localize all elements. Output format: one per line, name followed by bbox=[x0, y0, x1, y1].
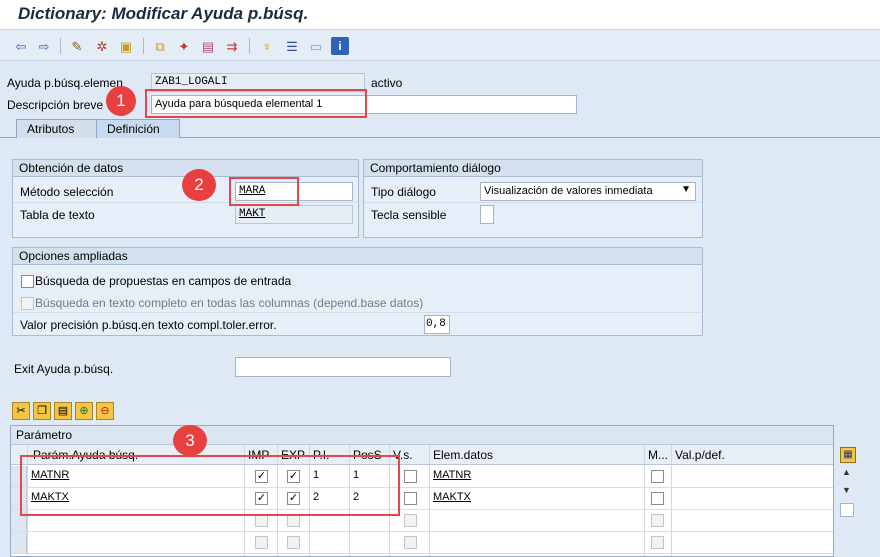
vs-checkbox[interactable] bbox=[404, 492, 417, 505]
exit-field[interactable] bbox=[235, 357, 451, 377]
toolbar-separator bbox=[60, 38, 61, 54]
table-group-title: Parámetro bbox=[11, 426, 833, 445]
annotation-marker-3: 3 bbox=[173, 425, 207, 456]
group-title: Opciones ampliadas bbox=[13, 248, 702, 265]
selection-method-label: Método selección bbox=[20, 185, 114, 199]
graphic-icon[interactable]: ⇉ bbox=[223, 37, 241, 55]
fulltext-search-checkbox bbox=[21, 297, 34, 310]
form-row: Tipo diálogo Visualización de valores in… bbox=[364, 180, 702, 202]
cell-elem[interactable]: MAKTX bbox=[433, 491, 471, 503]
col-header-elem[interactable]: Elem.datos bbox=[433, 448, 493, 462]
table-row[interactable] bbox=[11, 532, 833, 554]
title-bar: Dictionary: Modificar Ayuda p.búsq. bbox=[0, 0, 880, 30]
search-help-label: Ayuda p.búsq.elemen bbox=[7, 76, 123, 90]
hot-key-label: Tecla sensible bbox=[371, 208, 447, 222]
insert-row-icon[interactable]: ⊕ bbox=[75, 402, 93, 420]
tab-atributos[interactable]: Atributos bbox=[16, 119, 98, 138]
highlight-box-1 bbox=[145, 89, 367, 118]
exit-label: Exit Ayuda p.búsq. bbox=[14, 362, 114, 376]
activate-icon[interactable]: ▤ bbox=[199, 37, 217, 55]
scroll-up-icon[interactable]: ▲ bbox=[842, 467, 851, 477]
text-table-value: MAKT bbox=[239, 208, 266, 220]
copy-icon[interactable]: ❐ bbox=[33, 402, 51, 420]
scroll-down-icon[interactable]: ▼ bbox=[842, 485, 851, 495]
scroll-position-box[interactable] bbox=[840, 503, 854, 517]
table-toolbar: ✂ ❐ ▤ ⊕ ⊖ bbox=[12, 402, 117, 420]
dialog-type-dropdown[interactable]: Visualización de valores inmediata ▼ bbox=[480, 182, 696, 201]
fulltext-search-label: Búsqueda en texto completo en todas las … bbox=[35, 296, 424, 310]
m-checkbox[interactable] bbox=[651, 470, 664, 483]
append-icon[interactable]: ☰ bbox=[283, 37, 301, 55]
active-inactive-icon[interactable]: ✲ bbox=[93, 37, 111, 55]
group-title: Comportamiento diálogo bbox=[364, 160, 702, 177]
col-header-m[interactable]: M... bbox=[648, 448, 668, 462]
short-desc-label: Descripción breve bbox=[7, 98, 104, 112]
application-toolbar: ⇦ ⇨ ✎ ✲ ▣ ⧉ ✦ ▤ ⇉ ♆ ☰ ▭ i bbox=[0, 31, 880, 61]
form-row: Tecla sensible bbox=[364, 202, 702, 224]
highlight-box-2 bbox=[229, 177, 299, 206]
status-text: activo bbox=[371, 76, 403, 90]
extended-options-group: Opciones ampliadas Búsqueda de propuesta… bbox=[12, 247, 703, 336]
cell-elem[interactable]: MATNR bbox=[433, 469, 471, 481]
object-list-icon[interactable]: ▣ bbox=[117, 37, 135, 55]
m-checkbox[interactable] bbox=[651, 536, 664, 549]
vs-checkbox[interactable] bbox=[404, 470, 417, 483]
paste-icon[interactable]: ▤ bbox=[54, 402, 72, 420]
hot-key-field[interactable] bbox=[480, 205, 494, 224]
toolbar-separator bbox=[143, 38, 144, 54]
accuracy-label: Valor precisión p.búsq.en texto compl.to… bbox=[20, 318, 277, 332]
where-used-icon[interactable]: ✦ bbox=[175, 37, 193, 55]
tab-label: Definición bbox=[107, 122, 160, 136]
form-row: Tabla de texto MAKT bbox=[13, 202, 358, 224]
tab-label: Atributos bbox=[27, 122, 75, 136]
chevron-down-icon: ▼ bbox=[681, 184, 691, 195]
proposal-search-checkbox[interactable] bbox=[21, 275, 34, 288]
annotation-marker-2: 2 bbox=[182, 169, 216, 201]
data-collection-group: Obtención de datos Método selección MARA… bbox=[12, 159, 359, 238]
window-title: Dictionary: Modificar Ayuda p.búsq. bbox=[18, 4, 309, 23]
hierarchy-icon[interactable]: ♆ bbox=[258, 37, 276, 55]
col-header-default[interactable]: Val.p/def. bbox=[675, 448, 725, 462]
dialog-type-value: Visualización de valores inmediata bbox=[484, 185, 653, 197]
info-icon[interactable]: i bbox=[331, 37, 349, 55]
other-object-icon[interactable]: ⧉ bbox=[151, 37, 169, 55]
text-table-label: Tabla de texto bbox=[20, 208, 95, 222]
table-scrollbar[interactable]: ▲ ▼ bbox=[838, 445, 858, 557]
back-icon[interactable]: ⇦ bbox=[12, 37, 30, 55]
tab-strip: Atributos Definición bbox=[0, 117, 880, 138]
window-icon[interactable]: ▭ bbox=[307, 37, 325, 55]
vs-checkbox[interactable] bbox=[404, 536, 417, 549]
vs-checkbox[interactable] bbox=[404, 514, 417, 527]
m-checkbox[interactable] bbox=[651, 514, 664, 527]
m-checkbox[interactable] bbox=[651, 492, 664, 505]
exp-checkbox[interactable] bbox=[287, 536, 300, 549]
display-change-icon[interactable]: ✎ bbox=[68, 37, 86, 55]
proposal-search-label: Búsqueda de propuestas en campos de entr… bbox=[35, 274, 292, 288]
cut-icon[interactable]: ✂ bbox=[12, 402, 30, 420]
highlight-box-3 bbox=[20, 455, 400, 516]
dialog-behavior-group: Comportamiento diálogo Tipo diálogo Visu… bbox=[363, 159, 703, 238]
toolbar-separator bbox=[249, 38, 250, 54]
imp-checkbox[interactable] bbox=[255, 536, 268, 549]
annotation-marker-1: 1 bbox=[106, 86, 136, 116]
dialog-type-label: Tipo diálogo bbox=[371, 185, 436, 199]
row-selector[interactable] bbox=[11, 532, 27, 553]
accuracy-field[interactable]: 0,8 bbox=[424, 315, 450, 334]
delete-row-icon[interactable]: ⊖ bbox=[96, 402, 114, 420]
tab-definicion[interactable]: Definición bbox=[96, 119, 180, 138]
forward-icon[interactable]: ⇨ bbox=[35, 37, 53, 55]
text-table-field: MAKT bbox=[235, 205, 353, 224]
form-row: Valor precisión p.búsq.en texto compl.to… bbox=[13, 312, 702, 334]
